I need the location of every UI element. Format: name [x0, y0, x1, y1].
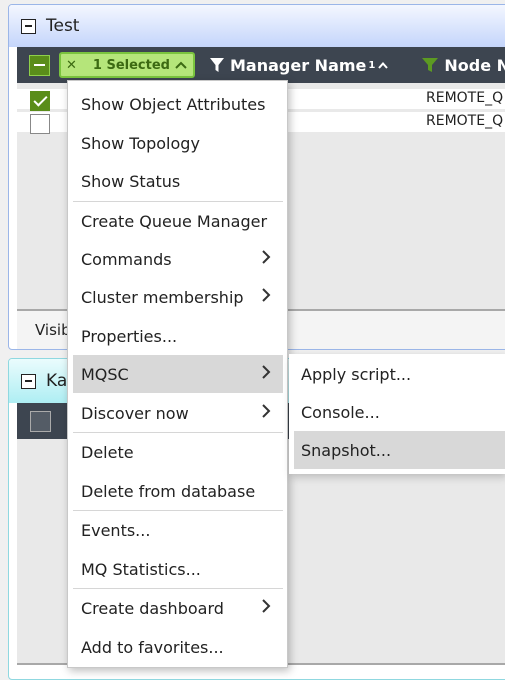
footer-text: Visib [35, 321, 71, 339]
menu-item-label: Add to favorites... [81, 637, 224, 657]
column-label: Manager Name [230, 55, 367, 75]
select-all-checkbox[interactable] [29, 54, 50, 76]
menu-item-mq-statistics[interactable]: MQ Statistics... [73, 550, 283, 588]
panel-title: Ka [46, 371, 68, 391]
menu-item-label: Show Object Attributes [81, 94, 266, 114]
submenu-item-label: Console... [301, 402, 380, 422]
submenu-item-snapshot[interactable]: Snapshot... [294, 431, 505, 469]
menu-item-show-status[interactable]: Show Status [73, 162, 283, 200]
menu-item-add-to-favorites[interactable]: Add to favorites... [73, 628, 283, 666]
sort-ascending-icon [378, 58, 393, 72]
context-menu: Show Object Attributes Show Topology Sho… [67, 80, 288, 668]
menu-item-discover-now[interactable]: Discover now [73, 394, 283, 432]
node-name-cell: REMOTE_Q [426, 90, 504, 106]
menu-item-label: Delete [81, 442, 134, 462]
submenu-item-label: Apply script... [301, 364, 412, 384]
row-checkbox-checked[interactable] [30, 91, 50, 111]
menu-item-label: Cluster membership [81, 287, 244, 307]
select-all-checkbox[interactable] [30, 411, 51, 432]
menu-item-label: Create dashboard [81, 598, 224, 618]
menu-item-label: Show Topology [81, 133, 200, 153]
node-name-cell: REMOTE_Q [426, 113, 504, 129]
menu-item-events[interactable]: Events... [73, 511, 283, 549]
menu-item-label: Properties... [81, 326, 178, 346]
column-label: Node N [444, 55, 505, 75]
menu-item-delete[interactable]: Delete [73, 433, 283, 471]
menu-item-label: Delete from database [81, 481, 256, 501]
menu-item-create-dashboard[interactable]: Create dashboard [73, 589, 283, 627]
collapse-icon[interactable] [21, 18, 36, 34]
menu-item-delete-from-database[interactable]: Delete from database [73, 472, 283, 510]
menu-item-label: Discover now [81, 403, 189, 423]
menu-item-label: Show Status [81, 171, 181, 191]
menu-item-label: Events... [81, 520, 151, 540]
menu-item-show-object-attributes[interactable]: Show Object Attributes [73, 85, 283, 123]
chevron-right-icon [261, 598, 271, 618]
column-header-node-name[interactable]: Node N [421, 56, 505, 75]
menu-item-create-queue-manager[interactable]: Create Queue Manager [73, 202, 283, 240]
mqsc-submenu: Apply script... Console... Snapshot... [289, 354, 505, 474]
menu-item-label: MQ Statistics... [81, 559, 201, 579]
menu-item-commands[interactable]: Commands [73, 240, 283, 278]
chevron-right-icon [261, 287, 271, 307]
chevron-right-icon [261, 364, 271, 384]
submenu-item-console[interactable]: Console... [294, 393, 505, 431]
chevron-right-icon [261, 249, 271, 269]
panel-header[interactable]: Test [9, 5, 505, 47]
filter-active-icon[interactable] [421, 57, 439, 73]
menu-item-label: Create Queue Manager [81, 211, 268, 231]
collapse-icon[interactable] [21, 373, 36, 389]
chevron-right-icon [261, 403, 271, 423]
menu-item-mqsc[interactable]: MQSC [73, 355, 283, 393]
submenu-item-apply-script[interactable]: Apply script... [294, 355, 505, 393]
selection-count: 1 Selected [92, 57, 170, 73]
panel-title: Test [46, 16, 80, 36]
sort-index: 1 [368, 59, 376, 71]
chevron-up-icon [175, 58, 187, 73]
menu-item-properties[interactable]: Properties... [73, 317, 283, 355]
submenu-item-label: Snapshot... [301, 440, 392, 460]
row-checkbox[interactable] [30, 114, 50, 134]
menu-item-cluster-membership[interactable]: Cluster membership [73, 278, 283, 316]
grid-header: ✕ 1 Selected Manager Name 1 Node N [17, 47, 505, 83]
menu-item-show-topology[interactable]: Show Topology [73, 124, 283, 162]
menu-item-label: Commands [81, 249, 172, 269]
selection-dropdown[interactable]: ✕ 1 Selected [59, 52, 195, 78]
column-header-manager-name[interactable]: Manager Name 1 [209, 56, 393, 75]
filter-icon[interactable] [209, 57, 225, 73]
clear-selection-icon[interactable]: ✕ [66, 58, 77, 73]
menu-item-label: MQSC [81, 364, 129, 384]
